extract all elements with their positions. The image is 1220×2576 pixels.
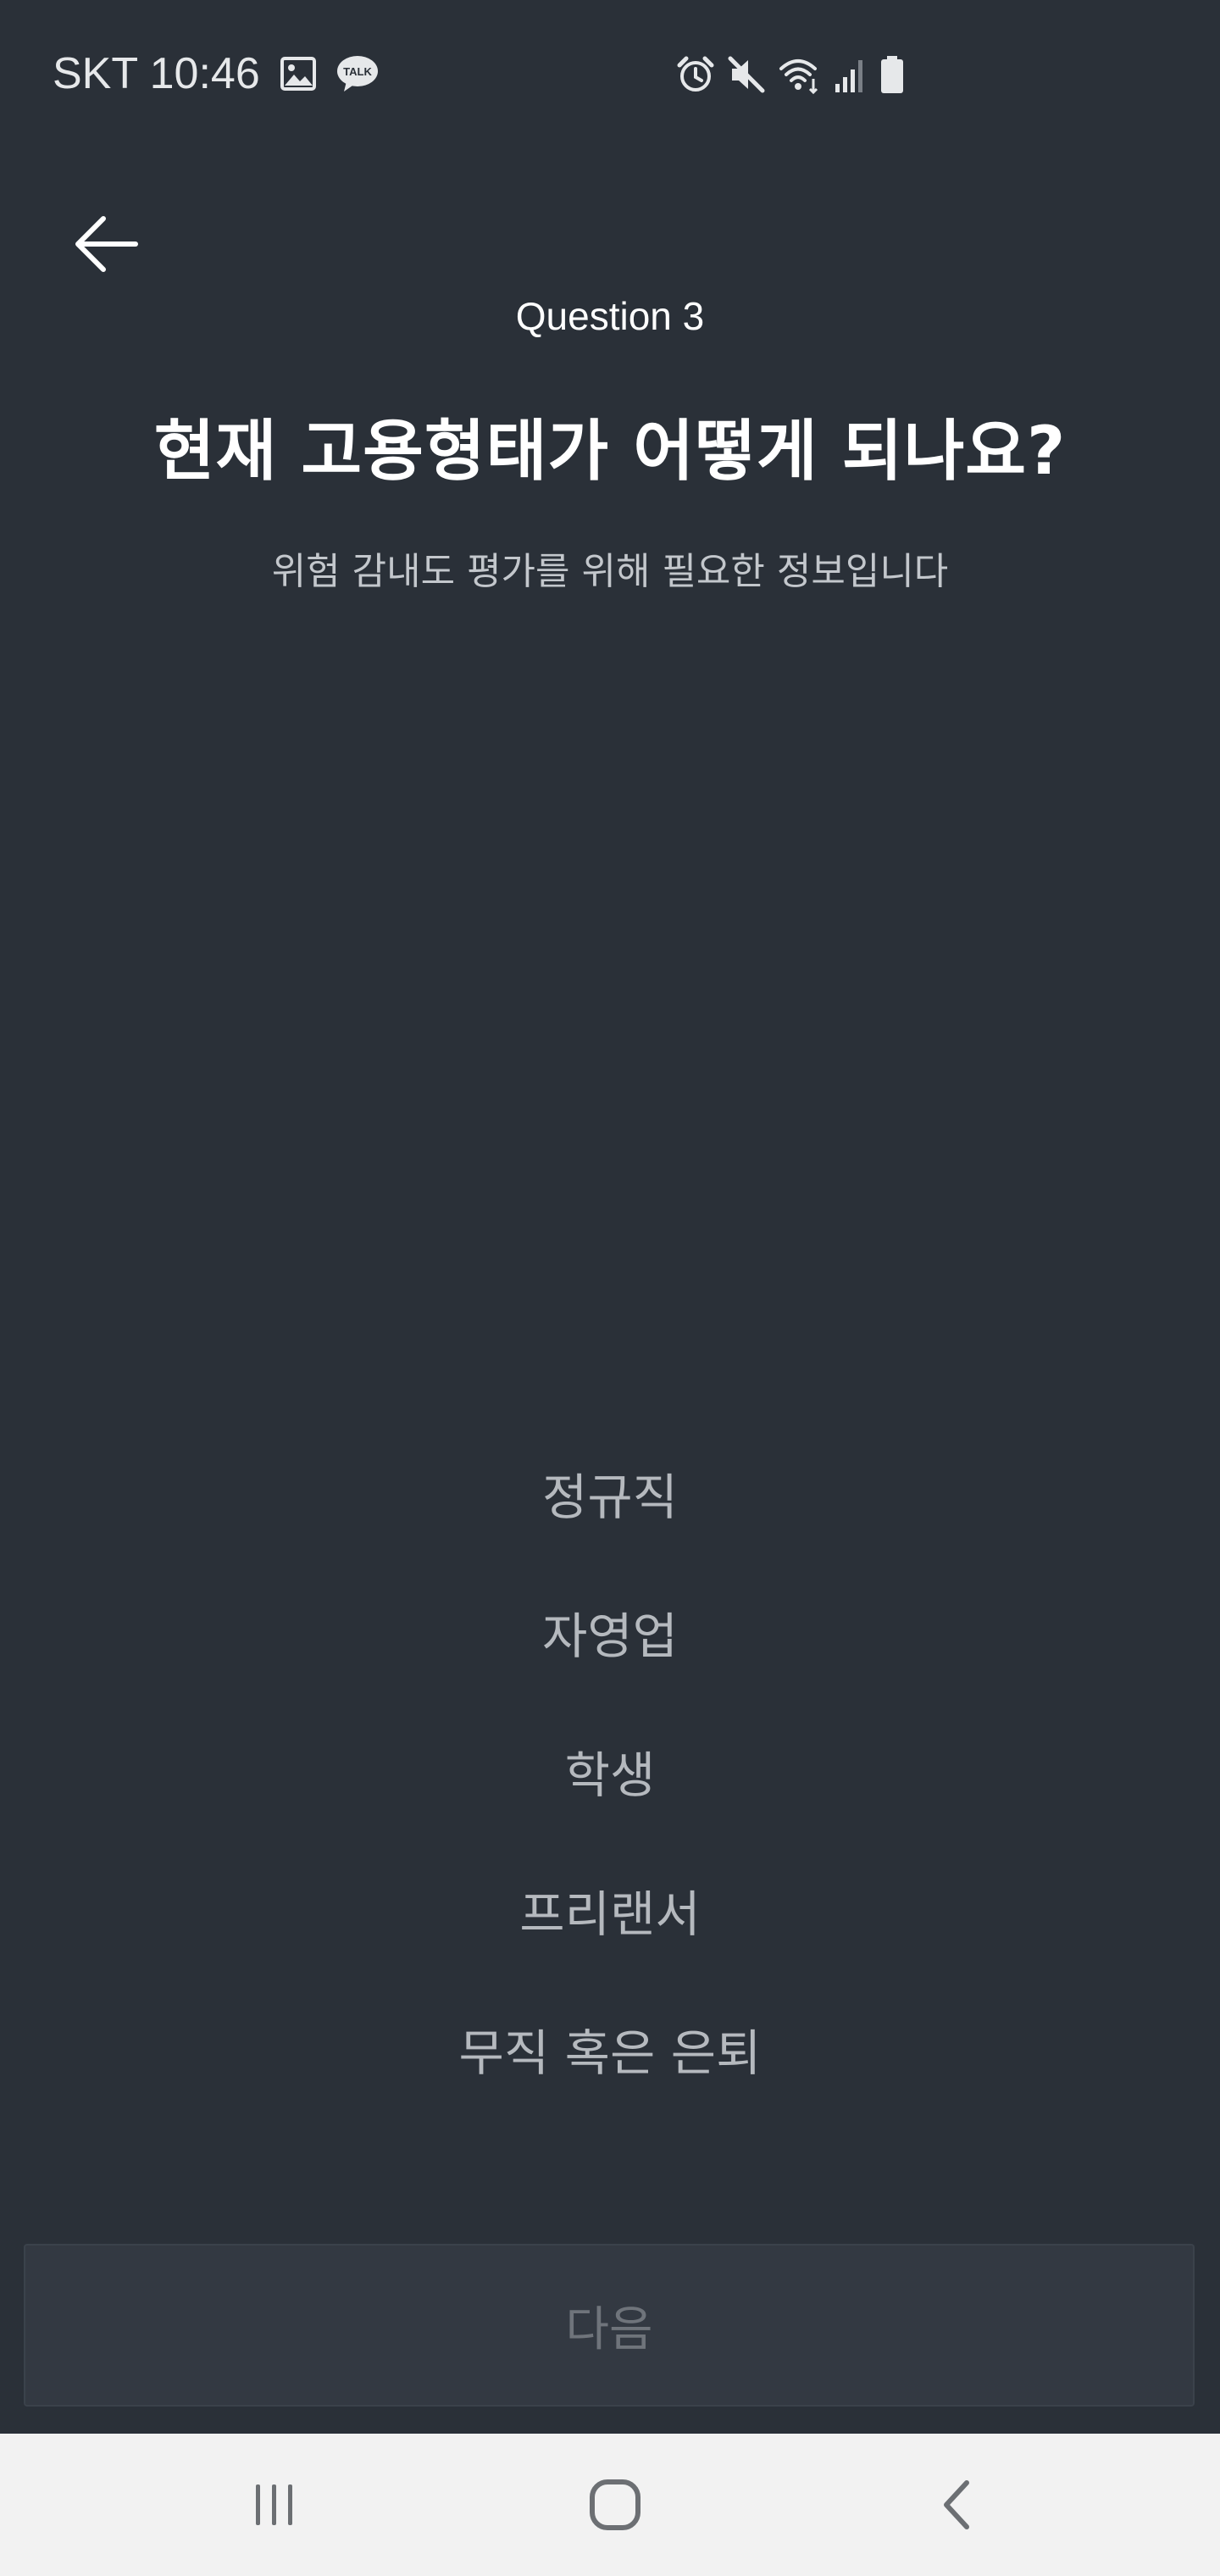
battery-icon (879, 55, 905, 94)
back-icon (944, 2480, 969, 2529)
back-button[interactable] (68, 208, 146, 280)
option-unemployed-retired[interactable]: 무직 혹은 은퇴 (0, 1979, 1220, 2118)
status-bar-right (676, 49, 905, 100)
system-back-button[interactable] (873, 2434, 1042, 2576)
option-freelancer[interactable]: 프리랜서 (0, 1840, 1220, 1979)
image-icon (280, 57, 316, 91)
navigation-bar (0, 2434, 1220, 2576)
home-icon (590, 2479, 640, 2530)
option-self-employed[interactable]: 자영업 (0, 1563, 1220, 1702)
page-subtitle: 위험 감내도 평가를 위해 필요한 정보입니다 (271, 550, 949, 593)
recent-apps-icon (256, 2484, 292, 2525)
status-bar-left: SKT 10:46 TALK (53, 44, 379, 103)
mute-icon (727, 55, 766, 94)
employment-options-list: 정규직 자영업 학생 프리랜서 무직 혹은 은퇴 (0, 1424, 1220, 2118)
option-student[interactable]: 학생 (0, 1702, 1220, 1840)
alarm-icon (676, 55, 715, 94)
status-bar: SKT 10:46 TALK (0, 0, 1220, 147)
carrier-time: SKT 10:46 (53, 49, 260, 98)
home-button[interactable] (530, 2434, 700, 2576)
next-button[interactable]: 다음 (24, 2244, 1195, 2407)
option-full-time[interactable]: 정규직 (0, 1424, 1220, 1563)
wifi-icon (778, 55, 822, 94)
kakao-talk-badge: TALK (343, 65, 372, 78)
question-number: Question 3 (515, 294, 705, 338)
signal-icon (834, 55, 868, 94)
recent-apps-button[interactable] (190, 2434, 359, 2576)
arrow-left-icon (75, 216, 138, 272)
kakao-talk-icon: TALK (336, 54, 379, 93)
page-title: 현재 고용형태가 어떻게 되나요? (153, 414, 1067, 490)
